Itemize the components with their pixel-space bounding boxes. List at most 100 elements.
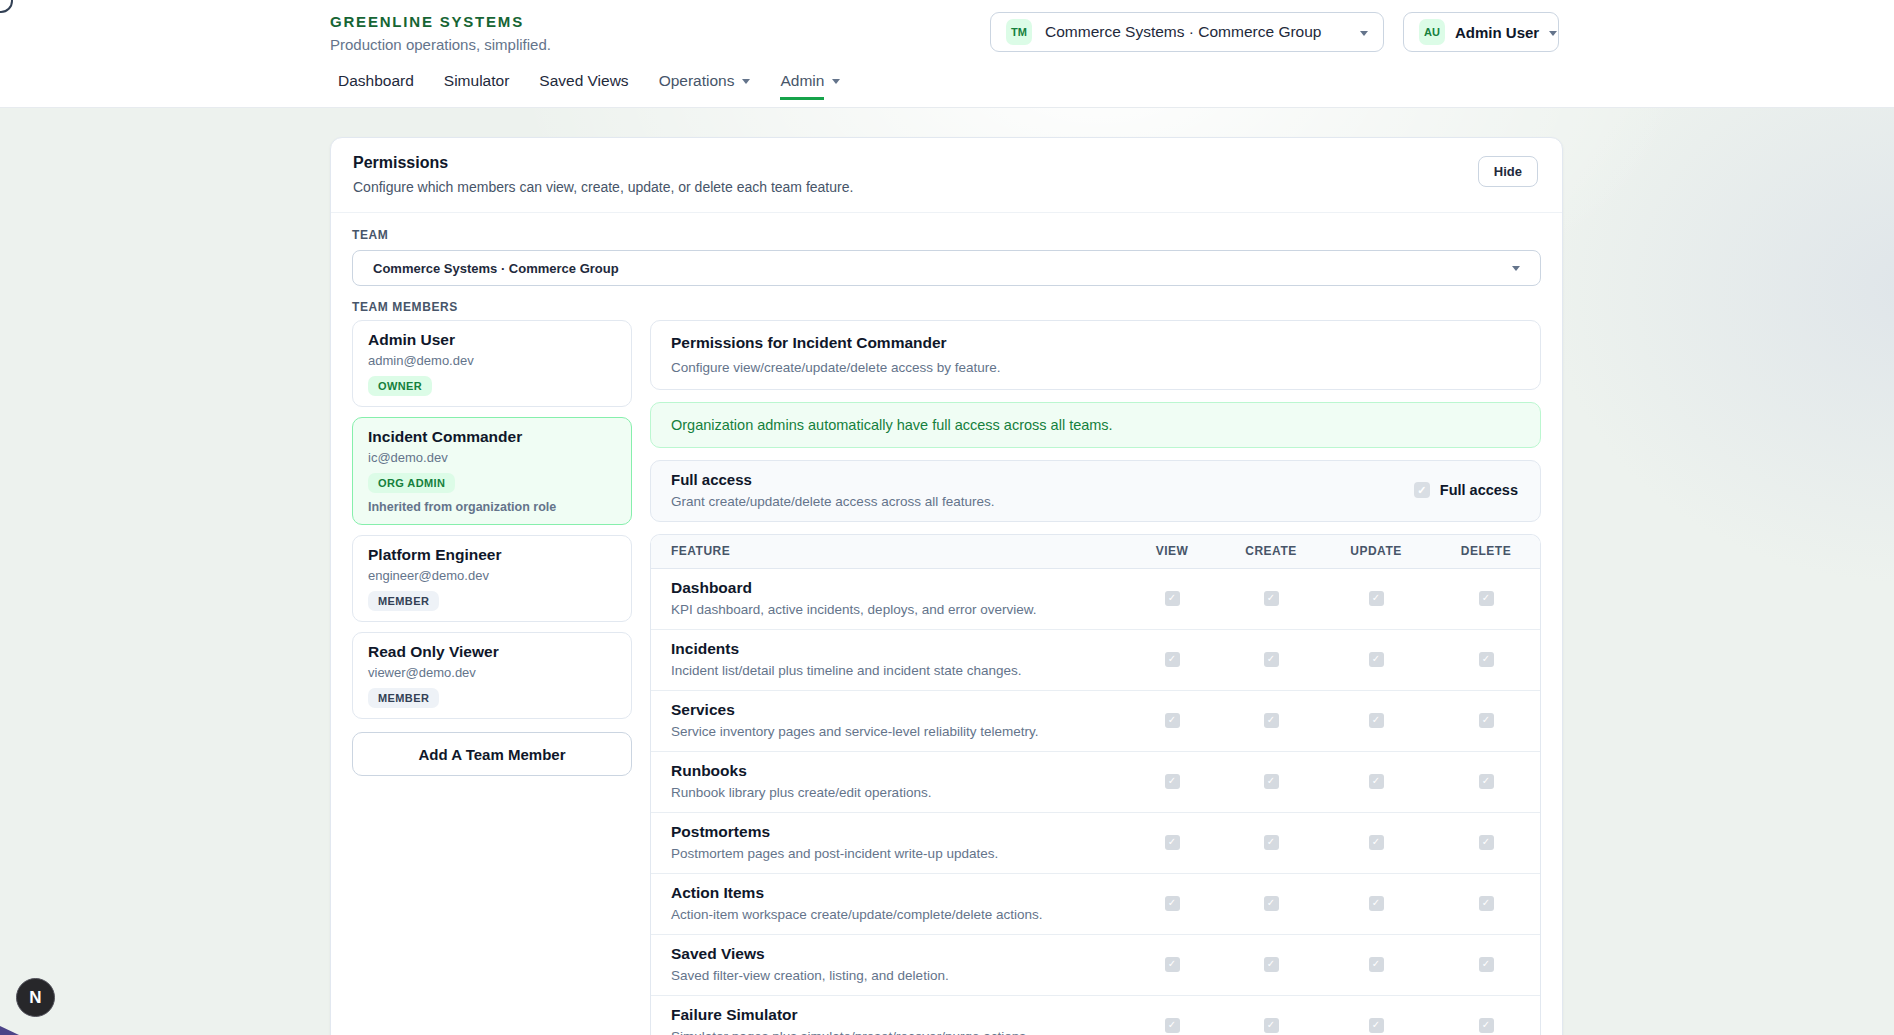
member-email: admin@demo.dev <box>368 353 616 368</box>
member-permissions-detail: Permissions for Incident Commander Confi… <box>650 320 1541 1035</box>
member-name: Read Only Viewer <box>368 643 616 661</box>
dev-corner-triangle <box>0 1026 19 1035</box>
member-name: Platform Engineer <box>368 546 616 564</box>
create-checkbox[interactable]: ✓ <box>1264 774 1279 789</box>
chevron-down-icon <box>742 79 750 84</box>
delete-checkbox[interactable]: ✓ <box>1479 713 1494 728</box>
feature-name: Runbooks <box>671 762 1122 780</box>
view-checkbox[interactable]: ✓ <box>1165 713 1180 728</box>
add-team-member-button[interactable]: Add A Team Member <box>352 732 632 776</box>
view-checkbox[interactable]: ✓ <box>1165 774 1180 789</box>
member-role-badge: ORG ADMIN <box>368 473 455 493</box>
view-checkbox[interactable]: ✓ <box>1165 1018 1180 1033</box>
delete-checkbox[interactable]: ✓ <box>1479 896 1494 911</box>
update-checkbox[interactable]: ✓ <box>1369 1018 1384 1033</box>
team-select[interactable]: Commerce Systems · Commerce Group <box>352 250 1541 286</box>
org-admin-notice: Organization admins automatically have f… <box>650 402 1541 448</box>
update-checkbox[interactable]: ✓ <box>1369 652 1384 667</box>
delete-checkbox[interactable]: ✓ <box>1479 835 1494 850</box>
create-checkbox[interactable]: ✓ <box>1264 652 1279 667</box>
user-menu-label: Admin User <box>1455 24 1539 41</box>
update-checkbox[interactable]: ✓ <box>1369 957 1384 972</box>
panel-body: TEAM Commerce Systems · Commerce Group T… <box>331 213 1562 1035</box>
full-access-checkbox[interactable]: ✓ <box>1414 482 1430 498</box>
update-checkbox[interactable]: ✓ <box>1369 774 1384 789</box>
team-select-value: Commerce Systems · Commerce Group <box>373 261 619 276</box>
feature-description: Incident list/detail plus timeline and i… <box>671 663 1122 678</box>
create-checkbox[interactable]: ✓ <box>1264 835 1279 850</box>
permissions-table-row: Failure Simulator Simulator pages plus s… <box>651 996 1540 1035</box>
nav-item-saved-views[interactable]: Saved Views <box>539 72 628 100</box>
team-member-card[interactable]: Platform Engineer engineer@demo.dev MEMB… <box>352 535 632 622</box>
feature-name: Services <box>671 701 1122 719</box>
member-email: viewer@demo.dev <box>368 665 616 680</box>
panel-title: Permissions <box>353 154 853 172</box>
permissions-table-row: Incidents Incident list/detail plus time… <box>651 630 1540 691</box>
panel-subtitle: Configure which members can view, create… <box>353 179 853 195</box>
chevron-down-icon <box>1549 31 1557 36</box>
feature-name: Postmortems <box>671 823 1122 841</box>
update-checkbox[interactable]: ✓ <box>1369 835 1384 850</box>
team-member-card[interactable]: Incident Commander ic@demo.dev ORG ADMIN… <box>352 417 632 525</box>
member-email: engineer@demo.dev <box>368 568 616 583</box>
team-avatar: TM <box>1006 19 1032 45</box>
delete-checkbox[interactable]: ✓ <box>1479 652 1494 667</box>
delete-checkbox[interactable]: ✓ <box>1479 1018 1494 1033</box>
member-name: Admin User <box>368 331 616 349</box>
update-checkbox[interactable]: ✓ <box>1369 713 1384 728</box>
column-header-create: CREATE <box>1222 544 1320 558</box>
view-checkbox[interactable]: ✓ <box>1165 957 1180 972</box>
member-name: Incident Commander <box>368 428 616 446</box>
team-member-card[interactable]: Read Only Viewer viewer@demo.dev MEMBER <box>352 632 632 719</box>
permissions-table-row: Services Service inventory pages and ser… <box>651 691 1540 752</box>
full-access-card: Full access Grant create/update/delete a… <box>650 460 1541 522</box>
app-header: GREENLINE SYSTEMS Production operations,… <box>0 0 1894 108</box>
main-nav: Dashboard Simulator Saved Views Operatio… <box>338 72 840 100</box>
permissions-table-row: Action Items Action-item workspace creat… <box>651 874 1540 935</box>
member-role-badge: OWNER <box>368 376 432 396</box>
permissions-table-row: Saved Views Saved filter-view creation, … <box>651 935 1540 996</box>
panel-columns: Admin User admin@demo.dev OWNER Incident… <box>352 320 1541 1035</box>
team-switcher-label: Commerce Systems · Commerce Group <box>1045 23 1321 41</box>
feature-name: Incidents <box>671 640 1122 658</box>
detail-subtitle: Configure view/create/update/delete acce… <box>671 360 1520 375</box>
create-checkbox[interactable]: ✓ <box>1264 1018 1279 1033</box>
member-role-badge: MEMBER <box>368 591 439 611</box>
update-checkbox[interactable]: ✓ <box>1369 896 1384 911</box>
member-note: Inherited from organization role <box>368 500 616 514</box>
nextjs-dev-button[interactable]: N <box>16 978 55 1017</box>
panel-header: Permissions Configure which members can … <box>331 138 1562 213</box>
team-switcher-button[interactable]: TM Commerce Systems · Commerce Group <box>990 12 1384 52</box>
view-checkbox[interactable]: ✓ <box>1165 652 1180 667</box>
team-members-list: Admin User admin@demo.dev OWNER Incident… <box>352 320 632 776</box>
nav-item-dashboard[interactable]: Dashboard <box>338 72 414 100</box>
nav-item-simulator[interactable]: Simulator <box>444 72 509 100</box>
detail-title: Permissions for Incident Commander <box>671 334 1520 352</box>
create-checkbox[interactable]: ✓ <box>1264 896 1279 911</box>
nav-item-admin[interactable]: Admin <box>780 72 840 100</box>
update-checkbox[interactable]: ✓ <box>1369 591 1384 606</box>
member-email: ic@demo.dev <box>368 450 616 465</box>
chevron-down-icon <box>1512 266 1520 271</box>
brand: GREENLINE SYSTEMS Production operations,… <box>330 13 551 53</box>
feature-name: Saved Views <box>671 945 1122 963</box>
user-avatar: AU <box>1419 19 1445 45</box>
brand-tagline: Production operations, simplified. <box>330 36 551 53</box>
chevron-down-icon <box>832 79 840 84</box>
nav-item-operations[interactable]: Operations <box>659 72 751 100</box>
create-checkbox[interactable]: ✓ <box>1264 591 1279 606</box>
chevron-down-icon <box>1360 31 1368 36</box>
member-role-badge: MEMBER <box>368 688 439 708</box>
user-menu-button[interactable]: AU Admin User <box>1403 12 1559 52</box>
delete-checkbox[interactable]: ✓ <box>1479 591 1494 606</box>
permissions-table: FEATURE VIEW CREATE UPDATE DELETE Dashbo… <box>650 534 1541 1035</box>
delete-checkbox[interactable]: ✓ <box>1479 774 1494 789</box>
hide-button[interactable]: Hide <box>1478 156 1538 187</box>
view-checkbox[interactable]: ✓ <box>1165 896 1180 911</box>
create-checkbox[interactable]: ✓ <box>1264 957 1279 972</box>
view-checkbox[interactable]: ✓ <box>1165 591 1180 606</box>
view-checkbox[interactable]: ✓ <box>1165 835 1180 850</box>
delete-checkbox[interactable]: ✓ <box>1479 957 1494 972</box>
create-checkbox[interactable]: ✓ <box>1264 713 1279 728</box>
team-member-card[interactable]: Admin User admin@demo.dev OWNER <box>352 320 632 407</box>
